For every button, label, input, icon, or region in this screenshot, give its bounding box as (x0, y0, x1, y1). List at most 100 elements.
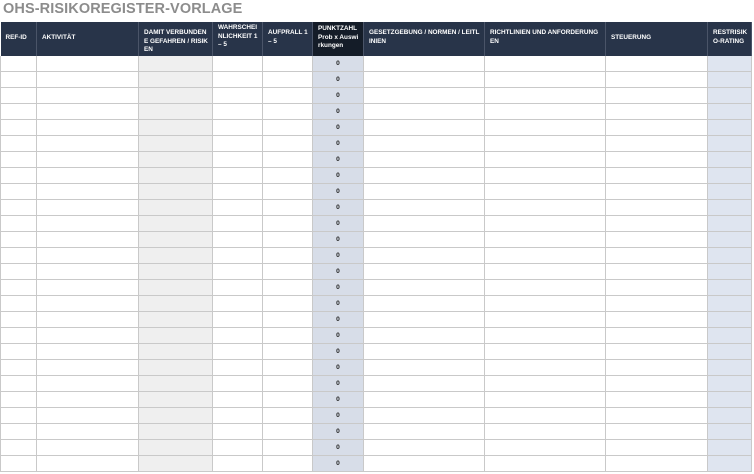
cell-residual-rating[interactable] (707, 455, 752, 472)
cell-residual-rating[interactable] (707, 295, 752, 312)
cell-score[interactable]: 0 (312, 359, 364, 376)
cell-activity[interactable] (36, 455, 139, 472)
cell-policies[interactable] (484, 231, 606, 248)
cell-impact[interactable] (262, 391, 313, 408)
cell-legislation[interactable] (363, 423, 485, 440)
cell-residual-rating[interactable] (707, 423, 752, 440)
cell-ref-id[interactable] (0, 151, 37, 168)
cell-controls[interactable] (605, 87, 708, 104)
cell-impact[interactable] (262, 279, 313, 296)
cell-hazards-risks[interactable] (138, 455, 213, 472)
cell-impact[interactable] (262, 231, 313, 248)
cell-impact[interactable] (262, 423, 313, 440)
cell-controls[interactable] (605, 391, 708, 408)
cell-likelihood[interactable] (212, 439, 263, 456)
cell-hazards-risks[interactable] (138, 199, 213, 216)
cell-ref-id[interactable] (0, 215, 37, 232)
cell-likelihood[interactable] (212, 295, 263, 312)
cell-likelihood[interactable] (212, 279, 263, 296)
cell-controls[interactable] (605, 71, 708, 88)
cell-hazards-risks[interactable] (138, 439, 213, 456)
cell-residual-rating[interactable] (707, 279, 752, 296)
cell-policies[interactable] (484, 263, 606, 280)
cell-likelihood[interactable] (212, 375, 263, 392)
cell-controls[interactable] (605, 407, 708, 424)
cell-ref-id[interactable] (0, 87, 37, 104)
cell-likelihood[interactable] (212, 56, 263, 72)
cell-ref-id[interactable] (0, 279, 37, 296)
cell-activity[interactable] (36, 87, 139, 104)
col-policies[interactable]: RICHTLINIEN UND ANFORDERUNGEN (484, 22, 606, 56)
cell-residual-rating[interactable] (707, 311, 752, 328)
cell-activity[interactable] (36, 199, 139, 216)
cell-ref-id[interactable] (0, 359, 37, 376)
cell-hazards-risks[interactable] (138, 311, 213, 328)
cell-ref-id[interactable] (0, 343, 37, 360)
cell-score[interactable]: 0 (312, 103, 364, 120)
cell-hazards-risks[interactable] (138, 375, 213, 392)
cell-impact[interactable] (262, 183, 313, 200)
cell-controls[interactable] (605, 263, 708, 280)
cell-likelihood[interactable] (212, 231, 263, 248)
cell-activity[interactable] (36, 231, 139, 248)
col-activity[interactable]: AKTIVITÄT (36, 22, 139, 56)
cell-score[interactable]: 0 (312, 247, 364, 264)
cell-ref-id[interactable] (0, 407, 37, 424)
cell-policies[interactable] (484, 247, 606, 264)
cell-likelihood[interactable] (212, 391, 263, 408)
cell-ref-id[interactable] (0, 119, 37, 136)
cell-likelihood[interactable] (212, 167, 263, 184)
cell-score[interactable]: 0 (312, 295, 364, 312)
cell-legislation[interactable] (363, 439, 485, 456)
cell-score[interactable]: 0 (312, 71, 364, 88)
cell-impact[interactable] (262, 87, 313, 104)
cell-activity[interactable] (36, 56, 139, 72)
cell-score[interactable]: 0 (312, 199, 364, 216)
cell-likelihood[interactable] (212, 407, 263, 424)
col-hazards-risks[interactable]: DAMIT VERBUNDENE GEFAHREN / RISIKEN (138, 22, 213, 56)
cell-controls[interactable] (605, 311, 708, 328)
cell-hazards-risks[interactable] (138, 247, 213, 264)
cell-policies[interactable] (484, 71, 606, 88)
cell-likelihood[interactable] (212, 423, 263, 440)
cell-activity[interactable] (36, 151, 139, 168)
cell-controls[interactable] (605, 423, 708, 440)
cell-residual-rating[interactable] (707, 263, 752, 280)
cell-activity[interactable] (36, 135, 139, 152)
cell-ref-id[interactable] (0, 247, 37, 264)
cell-controls[interactable] (605, 359, 708, 376)
cell-activity[interactable] (36, 103, 139, 120)
cell-controls[interactable] (605, 151, 708, 168)
cell-legislation[interactable] (363, 56, 485, 72)
cell-policies[interactable] (484, 167, 606, 184)
cell-legislation[interactable] (363, 407, 485, 424)
cell-ref-id[interactable] (0, 103, 37, 120)
cell-impact[interactable] (262, 215, 313, 232)
cell-controls[interactable] (605, 199, 708, 216)
cell-hazards-risks[interactable] (138, 407, 213, 424)
cell-legislation[interactable] (363, 343, 485, 360)
cell-hazards-risks[interactable] (138, 119, 213, 136)
cell-hazards-risks[interactable] (138, 135, 213, 152)
cell-activity[interactable] (36, 119, 139, 136)
cell-score[interactable]: 0 (312, 311, 364, 328)
cell-activity[interactable] (36, 295, 139, 312)
cell-activity[interactable] (36, 247, 139, 264)
cell-likelihood[interactable] (212, 71, 263, 88)
cell-policies[interactable] (484, 119, 606, 136)
cell-legislation[interactable] (363, 359, 485, 376)
cell-legislation[interactable] (363, 215, 485, 232)
cell-impact[interactable] (262, 71, 313, 88)
cell-hazards-risks[interactable] (138, 343, 213, 360)
cell-score[interactable]: 0 (312, 215, 364, 232)
cell-policies[interactable] (484, 183, 606, 200)
cell-controls[interactable] (605, 247, 708, 264)
cell-legislation[interactable] (363, 71, 485, 88)
cell-impact[interactable] (262, 119, 313, 136)
cell-policies[interactable] (484, 455, 606, 472)
cell-policies[interactable] (484, 151, 606, 168)
cell-impact[interactable] (262, 295, 313, 312)
cell-policies[interactable] (484, 215, 606, 232)
cell-policies[interactable] (484, 359, 606, 376)
cell-activity[interactable] (36, 439, 139, 456)
